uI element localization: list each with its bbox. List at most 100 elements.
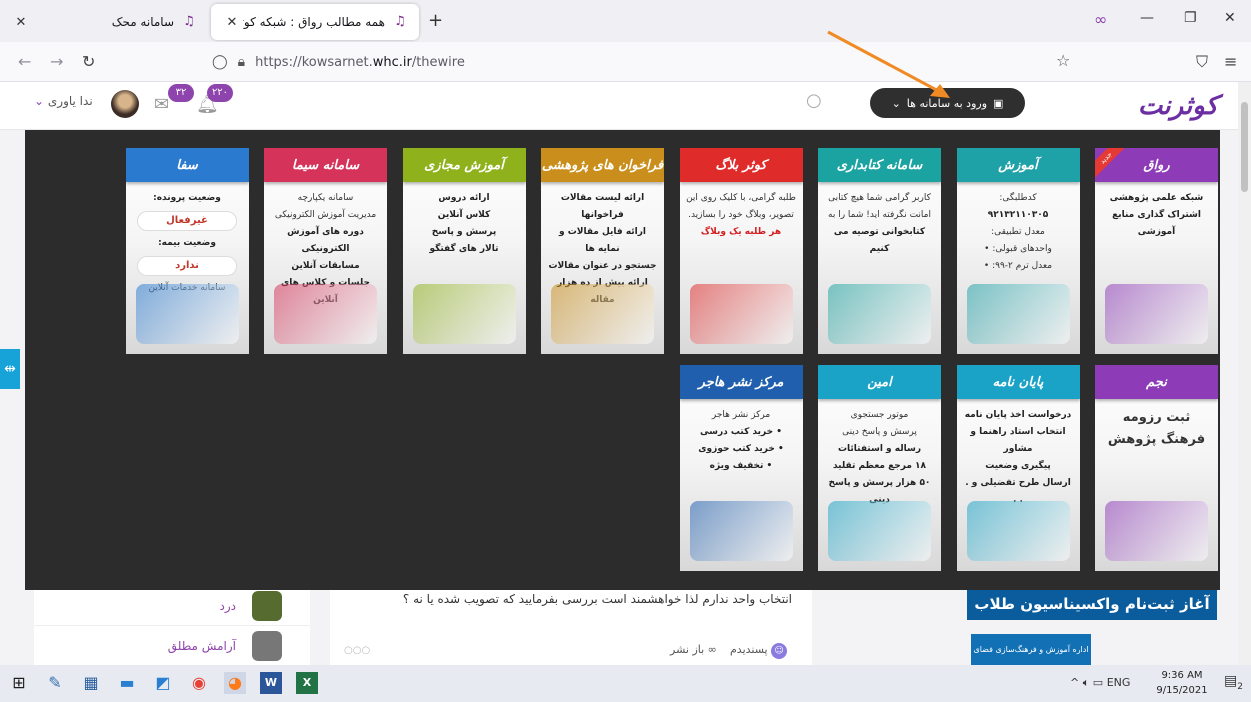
card-line: درخواست اخذ پایان نامه: [964, 410, 1072, 420]
card-line: وضعیت پرونده:: [153, 193, 221, 203]
card-line: واحدهای قبولی: •: [984, 244, 1052, 254]
close-window-icon[interactable]: ✕: [1224, 10, 1236, 26]
card-line: پرسش و پاسخ دینی: [842, 427, 917, 437]
menu-icon[interactable]: ≡: [1224, 52, 1237, 71]
system-card[interactable]: امین موتور جستجوی پرسش و پاسخ دینی رساله و …: [818, 365, 941, 571]
firefox-icon[interactable]: ◕: [224, 672, 246, 694]
calculator-icon[interactable]: ▦: [80, 672, 102, 694]
avatar[interactable]: [111, 90, 139, 118]
excel-icon[interactable]: X: [296, 672, 318, 694]
card-line: مسابقات آنلاین: [291, 261, 360, 271]
system-card[interactable]: فراخوان های پژوهشی ارائه لیست مقالات فراخ…: [541, 148, 664, 354]
scrollbar[interactable]: [1238, 82, 1251, 665]
list-item[interactable]: آرامش مطلق: [34, 626, 310, 666]
card-title: آموزش مجازی: [402, 148, 526, 182]
card-illustration: [135, 284, 239, 344]
cyberspace-banner[interactable]: اداره آموزش و فرهنگ‌سازی فضای مجازی: [971, 634, 1091, 685]
card-body: وضعیت پرونده:غیرفعالوضعیت بیمه:نداردساما…: [126, 182, 249, 297]
messages-badge: ۳۲: [168, 84, 194, 102]
notification-center-icon[interactable]: ▤2: [1224, 673, 1243, 692]
tab-title: همه مطالب رواق : شبکه کوثر نت: [243, 15, 385, 29]
scrollbar-thumb[interactable]: [1241, 102, 1248, 192]
chevron-down-icon: ⌄: [34, 94, 45, 108]
systems-menu-button[interactable]: ▣ ورود به سامانه ها ⌄: [870, 88, 1025, 118]
card-illustration: [274, 284, 377, 344]
system-card[interactable]: نجم ثبت رزومه فرهنگ پژوهش: [1095, 365, 1218, 571]
firefox-account-icon[interactable]: ∞: [1094, 10, 1107, 29]
card-body: موتور جستجوی پرسش و پاسخ دینی رساله و استف…: [818, 399, 941, 509]
system-card[interactable]: آموزش کدطلبگی: ۹۲۱۳۲۱۱۰۳۰۵ معدل تطبیقی: واحد…: [956, 148, 1080, 354]
close-tab-icon[interactable]: ✕: [10, 15, 32, 30]
friend-name[interactable]: درد: [220, 599, 236, 613]
back-icon[interactable]: ←: [18, 52, 31, 71]
card-line: پرسش و پاسخ: [431, 227, 497, 237]
shield-icon[interactable]: ◯: [212, 54, 228, 70]
card-body: کدطلبگی: ۹۲۱۳۲۱۱۰۳۰۵ معدل تطبیقی: واحدهای ق…: [957, 182, 1080, 275]
card-line: ۱۸ مرجع معظم تقلید: [832, 461, 927, 471]
card-line: ثبت رزومه: [1122, 410, 1191, 425]
system-tray[interactable]: ^ 🔈︎ ▭ ENG: [1070, 676, 1130, 690]
card-illustration: [412, 284, 516, 344]
new-tab-button[interactable]: +: [428, 10, 443, 31]
share-button[interactable]: باز نشر ∞: [670, 643, 717, 656]
card-line: ارائه دروس: [438, 193, 490, 203]
tab-ravagh[interactable]: ✕ همه مطالب رواق : شبکه کوثر نت ♫: [211, 4, 419, 40]
system-card[interactable]: کوثر بلاگ طلبه گرامی، با کلیک روی این تصوی…: [679, 148, 803, 354]
system-card[interactable]: رواق جدید شبکه علمی پژوهشی اشتراک گذاری منا…: [1095, 148, 1218, 354]
restore-icon[interactable]: ❐: [1184, 10, 1197, 26]
card-line: فرهنگ پژوهش: [1107, 432, 1206, 447]
lock-icon[interactable]: 🔒︎: [238, 54, 245, 70]
windows-start-icon[interactable]: ⊞: [8, 672, 30, 694]
language-indicator[interactable]: ENG: [1107, 676, 1131, 689]
card-body: طلبه گرامی، با کلیک روی این تصویر، وبلاگ …: [680, 182, 803, 241]
card-line: ارائه فایل مقالات و نمایه ها: [558, 227, 647, 254]
browser-nav-bar: ← → ↻ ◯ 🔒︎ https://kowsarnet. whc.ir/thew…: [0, 42, 1251, 82]
user-menu[interactable]: ندا یاوری ⌄: [34, 94, 93, 108]
post-text: انتخاب واحد ندارم لذا خواهشمند است بررسی…: [402, 592, 792, 606]
more-icon[interactable]: ○○○: [344, 645, 370, 656]
reload-icon[interactable]: ↻: [82, 52, 95, 71]
forward-icon[interactable]: →: [50, 52, 63, 71]
system-card[interactable]: پایان نامه درخواست اخذ پایان نامه انتخاب ا…: [956, 365, 1080, 571]
status-badge: ندارد: [137, 256, 237, 276]
word-icon[interactable]: W: [260, 672, 282, 694]
app-window-icon[interactable]: ▬: [116, 672, 138, 694]
photos-icon[interactable]: ◩: [152, 672, 174, 694]
url-host: whc.ir: [372, 54, 412, 70]
system-card[interactable]: سامانه سیما سامانه یکپارچه مدیریت آموزش ال…: [264, 148, 387, 354]
chrome-icon[interactable]: ◉: [188, 672, 210, 694]
list-item[interactable]: درد: [34, 586, 310, 626]
bookmark-star-icon[interactable]: ☆: [1056, 51, 1070, 70]
address-bar[interactable]: ◯ 🔒︎ https://kowsarnet. whc.ir/thewire: [212, 47, 1082, 77]
search-icon[interactable]: ○: [806, 90, 822, 111]
card-line: کتابخوانی توصیه می کنیم: [833, 227, 926, 254]
messages-icon[interactable]: ✉: [154, 94, 169, 115]
system-card[interactable]: مرکز نشر هاجر مرکز نشر هاجر • خرید کتب درس…: [679, 365, 803, 571]
card-line: کاربر گرامی شما هیچ کتابی: [828, 193, 931, 203]
minimize-icon[interactable]: —: [1140, 10, 1154, 26]
close-tab-icon[interactable]: ✕: [221, 15, 243, 30]
date: 9/15/2021: [1156, 685, 1208, 696]
card-illustration: [966, 501, 1070, 561]
card-line: تالار های گفتگو: [429, 244, 499, 254]
card-illustration: [689, 284, 793, 344]
user-name: ندا یاوری: [47, 94, 93, 108]
card-title: آموزش: [956, 148, 1080, 182]
card-title: فراخوان های پژوهشی: [541, 148, 664, 182]
notifications-badge: ۲۲۰: [207, 84, 233, 102]
site-logo[interactable]: کوثرنت: [1130, 86, 1226, 126]
vaccination-banner[interactable]: آغاز ثبت‌نام واکسیناسیون طلاب: [967, 588, 1217, 620]
friend-name[interactable]: آرامش مطلق: [168, 639, 236, 653]
side-toggle-tab[interactable]: ⇹: [0, 349, 20, 389]
system-card[interactable]: آموزش مجازی ارائه دروس کلاس آنلاین پرسش و پ…: [402, 148, 526, 354]
like-button[interactable]: پسندیدم ☺: [730, 643, 788, 659]
card-line: • خرید کتب درسی: [699, 427, 782, 437]
system-card[interactable]: سامانه کتابداری کاربر گرامی شما هیچ کتابی…: [818, 148, 941, 354]
share-label: باز نشر: [670, 643, 705, 656]
system-card[interactable]: سفاوضعیت پرونده:غیرفعالوضعیت بیمه:نداردس…: [125, 148, 249, 354]
kowsar-favicon-icon: ♫: [394, 14, 406, 29]
pocket-icon[interactable]: ⛉: [1196, 52, 1208, 72]
paint-icon[interactable]: ✎: [44, 672, 66, 694]
tab-mahak[interactable]: ✕ سامانه محک ♫: [0, 4, 208, 40]
clock[interactable]: 9:36 AM 9/15/2021: [1152, 668, 1212, 698]
